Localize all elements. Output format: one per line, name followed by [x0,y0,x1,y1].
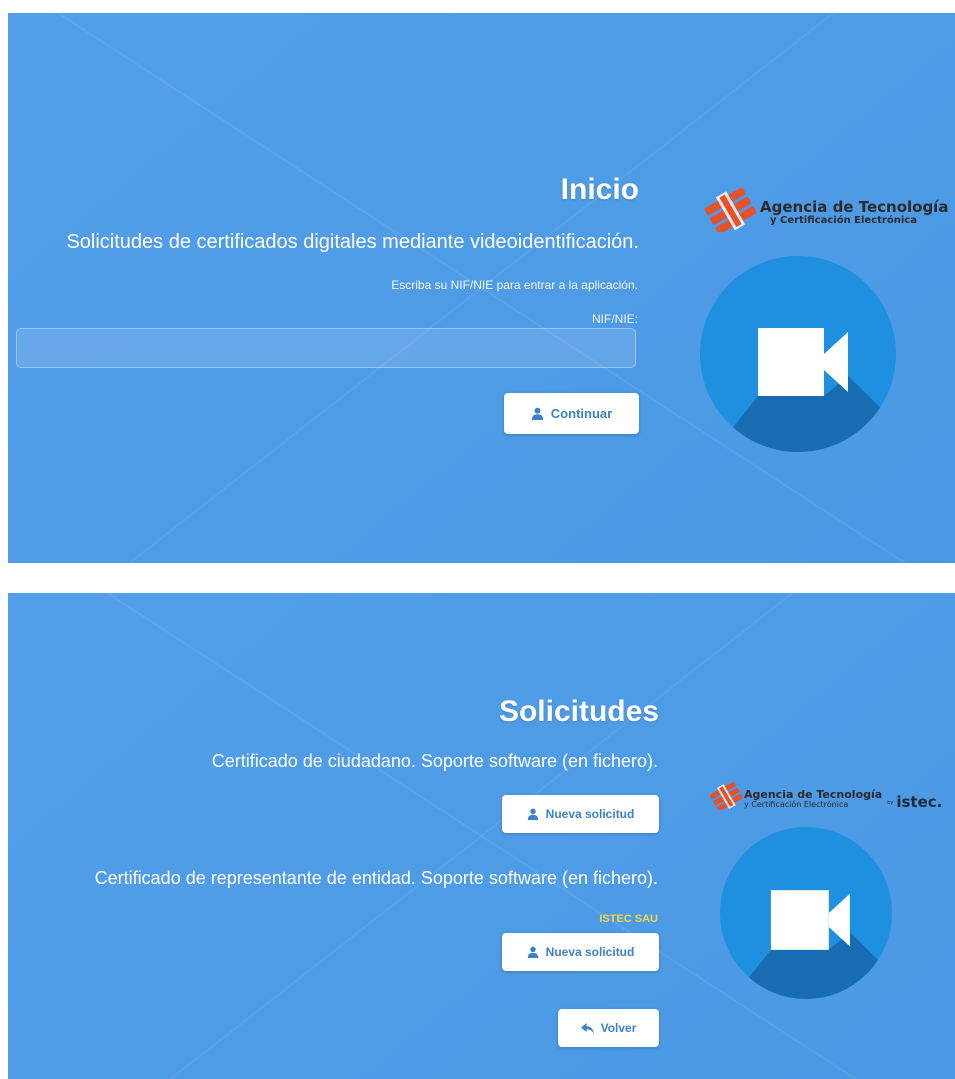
user-icon [531,407,544,420]
istec-logo: istec. [896,792,943,811]
partner-prefix: by [887,799,894,806]
back-button-label: Volver [600,1021,637,1035]
entity-name: ISTEC SAU [599,913,658,925]
page-subtitle: Solicitudes de certificados digitales me… [66,231,639,253]
accv-logo-icon [708,781,744,815]
back-button[interactable]: Volver [558,1009,659,1047]
new-request-label: Nueva solicitud [545,945,635,959]
logo-text: Agencia de Tecnología y Certificación El… [744,789,882,809]
reply-arrow-icon [580,1022,594,1034]
cert-citizen-text: Certificado de ciudadano. Soporte softwa… [211,751,658,771]
logo-text: Agencia de Tecnología y Certificación El… [760,197,949,226]
new-request-button-representative[interactable]: Nueva solicitud [502,933,659,971]
accv-logo-icon [702,187,758,237]
continue-button-label: Continuar [550,406,613,421]
accv-logo: Agencia de Tecnología y Certificación El… [702,187,949,237]
continue-button[interactable]: Continuar [504,393,639,434]
new-request-button-citizen[interactable]: Nueva solicitud [502,795,659,833]
requests-panel: Solicitudes Certificado de ciudadano. So… [8,593,955,1079]
login-panel: Inicio Solicitudes de certificados digit… [8,13,955,563]
nif-input[interactable] [16,328,636,368]
video-camera-icon [700,256,896,452]
logo-main-text: Agencia de Tecnología [760,197,949,216]
instruction-text: Escriba su NIF/NIE para entrar a la apli… [391,278,638,292]
logo-main-text: Agencia de Tecnología [744,787,883,801]
page-title: Inicio [560,173,639,206]
nif-label: NIF/NIE: [591,312,638,326]
user-icon [527,808,539,820]
page-title: Solicitudes [498,695,659,728]
video-camera-icon [720,827,892,999]
cert-representative-text: Certificado de representante de entidad.… [94,868,658,888]
user-icon [527,946,539,958]
new-request-label: Nueva solicitud [545,807,635,821]
accv-logo: Agencia de Tecnología y Certificación El… [708,781,943,815]
logo-sub-text: y Certificación Electrónica [744,799,849,809]
logo-sub-text: y Certificación Electrónica [770,214,917,226]
